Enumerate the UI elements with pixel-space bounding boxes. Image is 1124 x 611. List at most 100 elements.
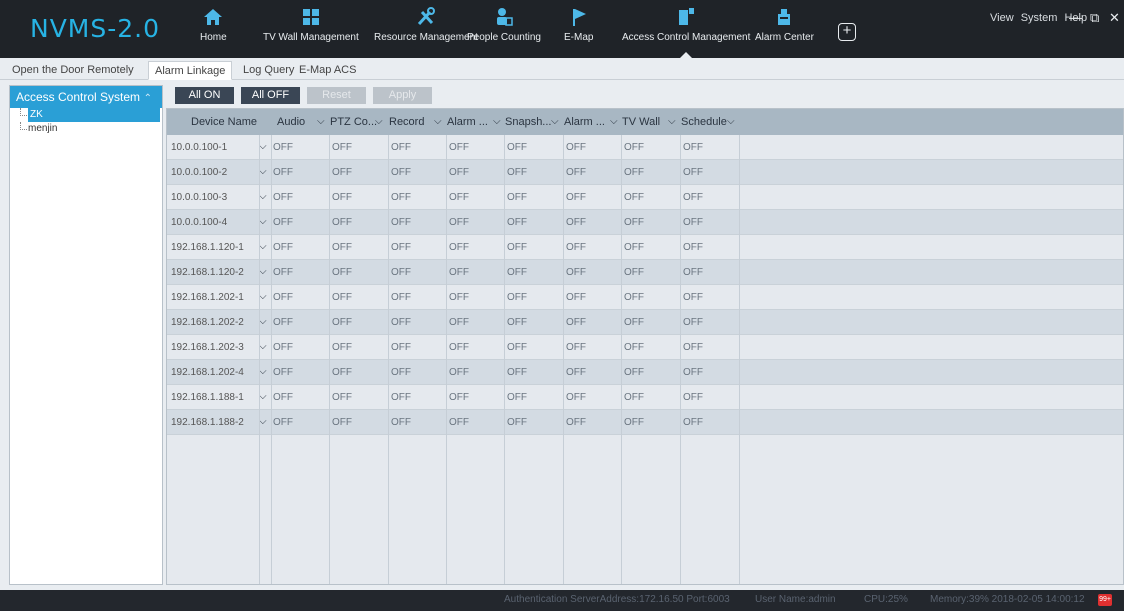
linkage-value-cell[interactable]: OFF — [391, 160, 411, 185]
linkage-value-cell[interactable]: OFF — [683, 335, 703, 360]
linkage-value-cell[interactable]: OFF — [332, 260, 352, 285]
notification-badge[interactable]: 99+ — [1098, 594, 1112, 606]
linkage-value-cell[interactable]: OFF — [391, 210, 411, 235]
linkage-value-cell[interactable]: OFF — [566, 410, 586, 435]
linkage-value-cell[interactable]: OFF — [624, 185, 644, 210]
linkage-value-cell[interactable]: OFF — [332, 285, 352, 310]
linkage-value-cell[interactable]: OFF — [391, 360, 411, 385]
linkage-value-cell[interactable]: OFF — [624, 360, 644, 385]
all-off-button[interactable]: All OFF — [241, 87, 300, 104]
row-dropdown-icon[interactable]: ⌵ — [259, 141, 267, 152]
linkage-value-cell[interactable]: OFF — [332, 335, 352, 360]
nav-people-counting[interactable]: People Counting — [467, 6, 541, 58]
linkage-value-cell[interactable]: OFF — [332, 135, 352, 160]
linkage-value-cell[interactable]: OFF — [449, 185, 469, 210]
table-row[interactable]: 192.168.1.120-1 ⌵ OFF OFF OFF OFF OFF OFF OFF OFF — [167, 235, 1123, 260]
linkage-value-cell[interactable]: OFF — [566, 310, 586, 335]
table-row[interactable]: 10.0.0.100-1 ⌵ OFF OFF OFF OFF OFF OFF OFF OFF — [167, 135, 1123, 160]
row-dropdown-icon[interactable]: ⌵ — [259, 366, 267, 377]
linkage-value-cell[interactable]: OFF — [273, 385, 293, 410]
linkage-value-cell[interactable]: OFF — [683, 360, 703, 385]
row-dropdown-icon[interactable]: ⌵ — [259, 416, 267, 427]
row-dropdown-icon[interactable]: ⌵ — [259, 341, 267, 352]
linkage-value-cell[interactable]: OFF — [449, 135, 469, 160]
collapse-chevron-icon[interactable]: ⌃ — [144, 88, 152, 110]
table-row[interactable]: 10.0.0.100-3 ⌵ OFF OFF OFF OFF OFF OFF OFF OFF — [167, 185, 1123, 210]
linkage-value-cell[interactable]: OFF — [507, 285, 527, 310]
alarm-2-column-dropdown-icon[interactable]: ⌵ — [610, 116, 618, 127]
linkage-value-cell[interactable]: OFF — [624, 310, 644, 335]
linkage-value-cell[interactable]: OFF — [332, 210, 352, 235]
linkage-value-cell[interactable]: OFF — [566, 385, 586, 410]
linkage-value-cell[interactable]: OFF — [624, 385, 644, 410]
linkage-value-cell[interactable]: OFF — [449, 210, 469, 235]
row-dropdown-icon[interactable]: ⌵ — [259, 241, 267, 252]
linkage-value-cell[interactable]: OFF — [273, 335, 293, 360]
linkage-value-cell[interactable]: OFF — [273, 360, 293, 385]
alarm-1-column-dropdown-icon[interactable]: ⌵ — [493, 116, 501, 127]
linkage-value-cell[interactable]: OFF — [273, 285, 293, 310]
linkage-value-cell[interactable]: OFF — [391, 285, 411, 310]
table-row[interactable]: 10.0.0.100-4 ⌵ OFF OFF OFF OFF OFF OFF OFF OFF — [167, 210, 1123, 235]
row-dropdown-icon[interactable]: ⌵ — [259, 266, 267, 277]
linkage-value-cell[interactable]: OFF — [624, 135, 644, 160]
menu-system[interactable]: System — [1021, 12, 1058, 24]
linkage-value-cell[interactable]: OFF — [683, 260, 703, 285]
linkage-value-cell[interactable]: OFF — [391, 310, 411, 335]
linkage-value-cell[interactable]: OFF — [507, 410, 527, 435]
table-row[interactable]: 192.168.1.202-4 ⌵ OFF OFF OFF OFF OFF OFF OFF OFF — [167, 360, 1123, 385]
linkage-value-cell[interactable]: OFF — [391, 235, 411, 260]
nav-home[interactable]: Home — [200, 6, 227, 58]
linkage-value-cell[interactable]: OFF — [273, 160, 293, 185]
linkage-value-cell[interactable]: OFF — [566, 335, 586, 360]
linkage-value-cell[interactable]: OFF — [566, 260, 586, 285]
linkage-value-cell[interactable]: OFF — [507, 335, 527, 360]
apply-button[interactable]: Apply — [373, 87, 432, 104]
nav-tv-wall[interactable]: TV Wall Management — [263, 6, 359, 58]
linkage-value-cell[interactable]: OFF — [391, 335, 411, 360]
linkage-value-cell[interactable]: OFF — [449, 260, 469, 285]
linkage-value-cell[interactable]: OFF — [683, 285, 703, 310]
linkage-value-cell[interactable]: OFF — [507, 135, 527, 160]
tab-alarm-linkage[interactable]: Alarm Linkage — [148, 61, 233, 80]
linkage-value-cell[interactable]: OFF — [449, 235, 469, 260]
linkage-value-cell[interactable]: OFF — [332, 360, 352, 385]
linkage-value-cell[interactable]: OFF — [391, 385, 411, 410]
linkage-value-cell[interactable]: OFF — [683, 310, 703, 335]
tree-item-zk[interactable]: ZK — [10, 108, 162, 122]
linkage-value-cell[interactable]: OFF — [683, 185, 703, 210]
linkage-value-cell[interactable]: OFF — [683, 160, 703, 185]
linkage-value-cell[interactable]: OFF — [683, 210, 703, 235]
linkage-value-cell[interactable]: OFF — [624, 335, 644, 360]
linkage-value-cell[interactable]: OFF — [507, 360, 527, 385]
linkage-value-cell[interactable]: OFF — [391, 185, 411, 210]
linkage-value-cell[interactable]: OFF — [449, 410, 469, 435]
linkage-value-cell[interactable]: OFF — [683, 235, 703, 260]
nav-alarm-center[interactable]: Alarm Center — [755, 6, 814, 58]
linkage-value-cell[interactable]: OFF — [507, 385, 527, 410]
linkage-value-cell[interactable]: OFF — [624, 235, 644, 260]
menu-view[interactable]: View — [990, 12, 1014, 24]
linkage-value-cell[interactable]: OFF — [332, 310, 352, 335]
linkage-value-cell[interactable]: OFF — [566, 135, 586, 160]
table-row[interactable]: 192.168.1.188-2 ⌵ OFF OFF OFF OFF OFF OFF OFF OFF — [167, 410, 1123, 435]
linkage-value-cell[interactable]: OFF — [566, 160, 586, 185]
linkage-value-cell[interactable]: OFF — [391, 260, 411, 285]
linkage-value-cell[interactable]: OFF — [683, 135, 703, 160]
linkage-value-cell[interactable]: OFF — [507, 260, 527, 285]
linkage-value-cell[interactable]: OFF — [507, 185, 527, 210]
all-on-button[interactable]: All ON — [175, 87, 234, 104]
linkage-value-cell[interactable]: OFF — [449, 285, 469, 310]
table-row[interactable]: 10.0.0.100-2 ⌵ OFF OFF OFF OFF OFF OFF OFF OFF — [167, 160, 1123, 185]
linkage-value-cell[interactable]: OFF — [507, 310, 527, 335]
linkage-value-cell[interactable]: OFF — [273, 210, 293, 235]
linkage-value-cell[interactable]: OFF — [449, 160, 469, 185]
snapshot-column-dropdown-icon[interactable]: ⌵ — [551, 116, 559, 127]
table-row[interactable]: 192.168.1.202-1 ⌵ OFF OFF OFF OFF OFF OFF OFF OFF — [167, 285, 1123, 310]
add-module-button[interactable]: + — [838, 23, 856, 41]
nav-e-map[interactable]: E-Map — [564, 6, 593, 58]
row-dropdown-icon[interactable]: ⌵ — [259, 291, 267, 302]
record-column-dropdown-icon[interactable]: ⌵ — [434, 116, 442, 127]
table-row[interactable]: 192.168.1.202-2 ⌵ OFF OFF OFF OFF OFF OFF OFF OFF — [167, 310, 1123, 335]
close-icon[interactable]: ✕ — [1109, 10, 1120, 26]
